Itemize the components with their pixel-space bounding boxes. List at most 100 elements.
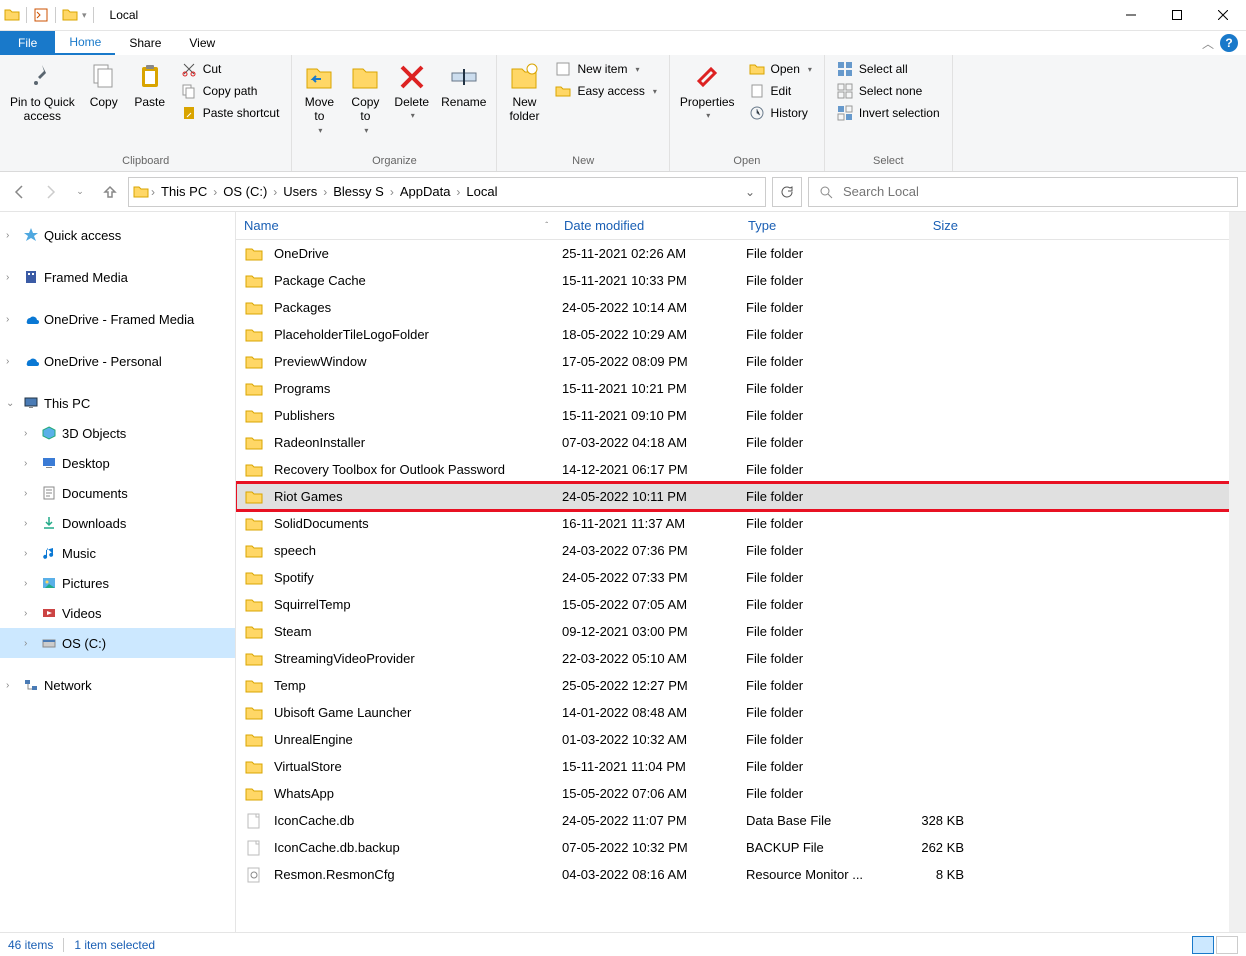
address-dropdown[interactable]: ⌄ <box>739 185 761 199</box>
easyaccess-button[interactable]: Easy access▾ <box>551 81 660 101</box>
file-row[interactable]: IconCache.db24-05-2022 11:07 PMData Base… <box>236 807 1246 834</box>
navitem-framedmedia[interactable]: ›Framed Media <box>0 262 235 292</box>
navitem-desktop[interactable]: ›Desktop <box>0 448 235 478</box>
help-icon[interactable]: ? <box>1220 34 1238 52</box>
history-button[interactable]: History <box>745 103 816 123</box>
file-row[interactable]: Resmon.ResmonCfg04-03-2022 08:16 AMResou… <box>236 861 1246 888</box>
file-row[interactable]: PlaceholderTileLogoFolder18-05-2022 10:2… <box>236 321 1246 348</box>
file-row[interactable]: Packages24-05-2022 10:14 AMFile folder <box>236 294 1246 321</box>
chevron-up-icon[interactable]: ︿ <box>1202 35 1214 52</box>
navitem-onedrive-fm[interactable]: ›OneDrive - Framed Media <box>0 304 235 334</box>
refresh-button[interactable] <box>772 177 802 207</box>
separator <box>55 7 56 23</box>
invert-button[interactable]: Invert selection <box>833 103 944 123</box>
file-row[interactable]: Ubisoft Game Launcher14-01-2022 08:48 AM… <box>236 699 1246 726</box>
file-list[interactable]: OneDrive25-11-2021 02:26 AMFile folderPa… <box>236 240 1246 932</box>
file-row[interactable]: Riot Games24-05-2022 10:11 PMFile folder <box>236 483 1246 510</box>
file-row[interactable]: Temp25-05-2022 12:27 PMFile folder <box>236 672 1246 699</box>
file-row[interactable]: SolidDocuments16-11-2021 11:37 AMFile fo… <box>236 510 1246 537</box>
file-row[interactable]: Recovery Toolbox for Outlook Password14-… <box>236 456 1246 483</box>
chevron-right-icon[interactable]: › <box>151 185 155 199</box>
open-button[interactable]: Open▾ <box>745 59 816 79</box>
back-button[interactable] <box>8 180 32 204</box>
qat-properties-icon[interactable] <box>33 7 49 23</box>
navitem-documents[interactable]: ›Documents <box>0 478 235 508</box>
search-box[interactable] <box>808 177 1238 207</box>
navitem-osc[interactable]: ›OS (C:) <box>0 628 235 658</box>
file-row[interactable]: PreviewWindow17-05-2022 08:09 PMFile fol… <box>236 348 1246 375</box>
file-row[interactable]: WhatsApp15-05-2022 07:06 AMFile folder <box>236 780 1246 807</box>
column-type[interactable]: Type <box>740 218 886 233</box>
qat-customize-icon[interactable]: ▾ <box>82 10 87 21</box>
navitem-thispc[interactable]: ⌄This PC <box>0 388 235 418</box>
properties-button[interactable]: Properties▾ <box>674 57 741 120</box>
cut-button[interactable]: Cut <box>177 59 284 79</box>
copy-button[interactable]: Copy <box>81 57 127 109</box>
scrollbar[interactable] <box>1229 212 1246 932</box>
moveto-button[interactable]: Move to▾ <box>296 57 342 135</box>
file-row[interactable]: UnrealEngine01-03-2022 10:32 AMFile fold… <box>236 726 1246 753</box>
file-row[interactable]: StreamingVideoProvider22-03-2022 05:10 A… <box>236 645 1246 672</box>
search-input[interactable] <box>843 184 1227 199</box>
delete-button[interactable]: Delete▾ <box>388 57 435 120</box>
file-row[interactable]: RadeonInstaller07-03-2022 04:18 AMFile f… <box>236 429 1246 456</box>
crumb-user[interactable]: Blessy S <box>329 184 388 199</box>
address-bar[interactable]: › This PC› OS (C:)› Users› Blessy S› App… <box>128 177 766 207</box>
navitem-pictures[interactable]: ›Pictures <box>0 568 235 598</box>
rename-button[interactable]: Rename <box>435 57 492 109</box>
file-row[interactable]: Publishers15-11-2021 09:10 PMFile folder <box>236 402 1246 429</box>
paste-button[interactable]: Paste <box>127 57 173 109</box>
crumb-appdata[interactable]: AppData <box>396 184 455 199</box>
file-row[interactable]: Package Cache15-11-2021 10:33 PMFile fol… <box>236 267 1246 294</box>
file-row[interactable]: Steam09-12-2021 03:00 PMFile folder <box>236 618 1246 645</box>
navitem-onedrive-p[interactable]: ›OneDrive - Personal <box>0 346 235 376</box>
file-date: 24-05-2022 10:11 PM <box>562 489 746 504</box>
copyto-button[interactable]: Copy to▾ <box>342 57 388 135</box>
music-icon <box>40 544 58 562</box>
crumb-thispc[interactable]: This PC <box>157 184 211 199</box>
tab-home[interactable]: Home <box>55 31 115 55</box>
crumb-local[interactable]: Local <box>462 184 501 199</box>
column-name[interactable]: Nameˆ <box>236 218 556 233</box>
tab-share[interactable]: Share <box>115 31 175 55</box>
minimize-button[interactable] <box>1108 0 1154 31</box>
navitem-network[interactable]: ›Network <box>0 670 235 700</box>
up-button[interactable] <box>98 180 122 204</box>
navitem-music[interactable]: ›Music <box>0 538 235 568</box>
recent-dropdown[interactable]: ⌄ <box>68 180 92 204</box>
newitem-button[interactable]: New item▾ <box>551 59 660 79</box>
file-type: File folder <box>746 786 892 801</box>
view-large-button[interactable] <box>1216 936 1238 954</box>
file-row[interactable]: Programs15-11-2021 10:21 PMFile folder <box>236 375 1246 402</box>
copypath-button[interactable]: Copy path <box>177 81 284 101</box>
tab-view[interactable]: View <box>175 31 229 55</box>
selectnone-button[interactable]: Select none <box>833 81 944 101</box>
folder-icon <box>244 271 264 291</box>
file-row[interactable]: VirtualStore15-11-2021 11:04 PMFile fold… <box>236 753 1246 780</box>
file-row[interactable]: SquirrelTemp15-05-2022 07:05 AMFile fold… <box>236 591 1246 618</box>
qat-newfolder-icon[interactable] <box>62 7 78 23</box>
file-row[interactable]: Spotify24-05-2022 07:33 PMFile folder <box>236 564 1246 591</box>
navitem-downloads[interactable]: ›Downloads <box>0 508 235 538</box>
navitem-3dobjects[interactable]: ›3D Objects <box>0 418 235 448</box>
pin-button[interactable]: Pin to Quick access <box>4 57 81 124</box>
column-size[interactable]: Size <box>886 218 966 233</box>
tab-file[interactable]: File <box>0 31 55 55</box>
view-details-button[interactable] <box>1192 936 1214 954</box>
maximize-button[interactable] <box>1154 0 1200 31</box>
file-icon <box>244 838 264 858</box>
newfolder-button[interactable]: New folder <box>501 57 547 124</box>
navitem-quickaccess[interactable]: ›Quick access <box>0 220 235 250</box>
crumb-users[interactable]: Users <box>279 184 321 199</box>
file-row[interactable]: OneDrive25-11-2021 02:26 AMFile folder <box>236 240 1246 267</box>
column-date[interactable]: Date modified <box>556 218 740 233</box>
forward-button[interactable] <box>38 180 62 204</box>
selectall-button[interactable]: Select all <box>833 59 944 79</box>
file-row[interactable]: IconCache.db.backup07-05-2022 10:32 PMBA… <box>236 834 1246 861</box>
navitem-videos[interactable]: ›Videos <box>0 598 235 628</box>
crumb-osc[interactable]: OS (C:) <box>219 184 271 199</box>
edit-button[interactable]: Edit <box>745 81 816 101</box>
shortcut-button[interactable]: Paste shortcut <box>177 103 284 123</box>
file-row[interactable]: speech24-03-2022 07:36 PMFile folder <box>236 537 1246 564</box>
close-button[interactable] <box>1200 0 1246 31</box>
